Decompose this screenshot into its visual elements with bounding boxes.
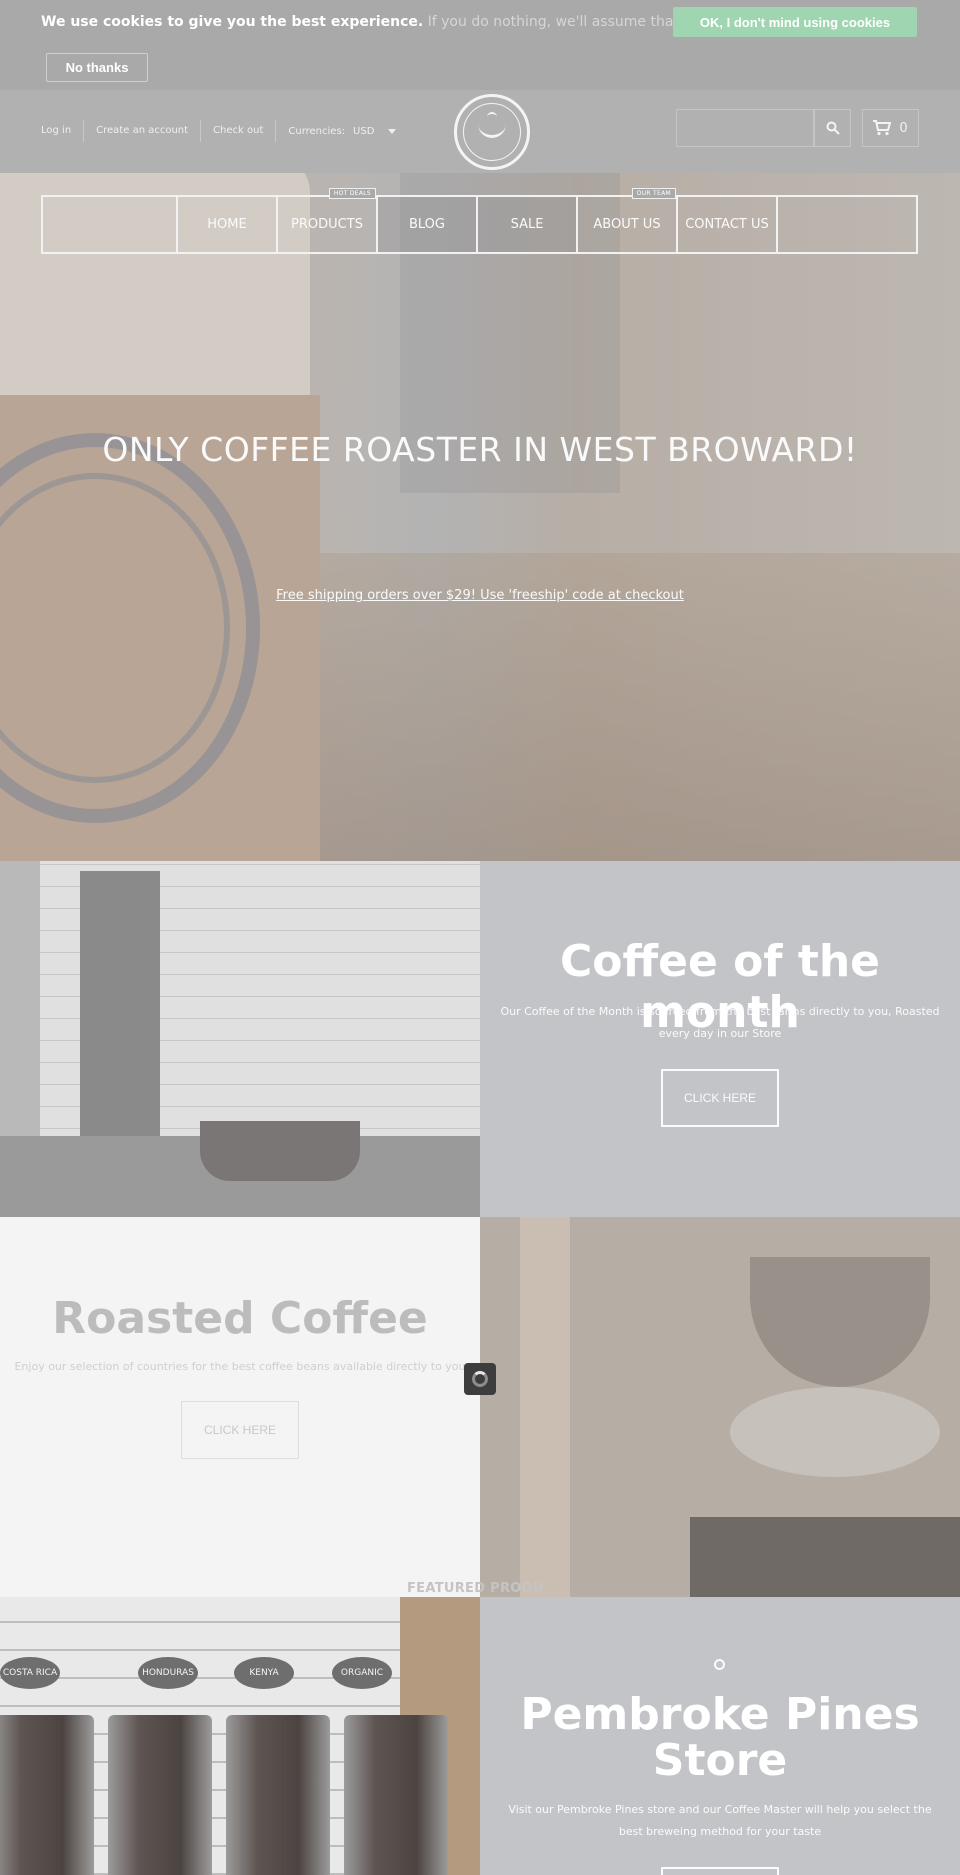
hero-title: ONLY COFFEE ROASTER IN WEST BROWARD! bbox=[102, 430, 858, 469]
siphon-upper-globe bbox=[750, 1257, 930, 1387]
pembroke-pines-text: Visit our Pembroke Pines store and our C… bbox=[508, 1803, 932, 1838]
loading-spinner-icon bbox=[464, 1363, 496, 1395]
nav-item-label: BLOG bbox=[408, 217, 445, 232]
checkout-link[interactable]: Check out bbox=[201, 120, 277, 142]
jar-label: COSTA RICA bbox=[0, 1657, 60, 1689]
main-nav: HOME HOT DEALS PRODUCTS BLOG SALE OUR TE… bbox=[41, 188, 918, 254]
decline-cookies-button[interactable]: No thanks bbox=[46, 53, 148, 82]
currency-value[interactable]: USD bbox=[353, 126, 374, 137]
accept-cookies-button[interactable]: OK, I don't mind using cookies bbox=[673, 7, 917, 37]
coffee-jars-image: COSTA RICA HONDURAS KENYA ORGANIC bbox=[0, 1597, 480, 1875]
siphon-lower-globe bbox=[730, 1387, 940, 1477]
pembroke-pines-title: Pembroke Pines Store bbox=[480, 1692, 960, 1784]
create-account-link[interactable]: Create an account bbox=[84, 120, 202, 142]
coffee-of-month-panel: Coffee of the month Our Coffee of the Mo… bbox=[480, 861, 960, 1217]
nav-item-home[interactable]: HOME bbox=[178, 197, 278, 252]
shopping-cart-icon bbox=[873, 120, 892, 136]
currency-selector[interactable]: Currencies: USD bbox=[276, 125, 397, 137]
nav-item-about-us[interactable]: OUR TEAM ABOUT US bbox=[578, 188, 678, 252]
roasted-coffee-panel: Roasted Coffee Enjoy our selection of co… bbox=[0, 1217, 480, 1597]
coffee-of-month-text: Our Coffee of the Month is sourced from … bbox=[500, 1005, 940, 1040]
roasted-coffee-button[interactable]: CLICK HERE bbox=[181, 1401, 299, 1459]
currency-label: Currencies: bbox=[288, 125, 346, 137]
search-icon bbox=[826, 121, 840, 135]
coffee-bar-image bbox=[0, 861, 480, 1217]
nav-item-label: CONTACT US bbox=[685, 217, 769, 232]
search-input[interactable] bbox=[676, 109, 814, 147]
wooden-post bbox=[520, 1217, 570, 1597]
nav-item-label: HOME bbox=[207, 217, 247, 232]
free-shipping-link[interactable]: Free shipping orders over $29! Use 'free… bbox=[0, 588, 960, 603]
roasted-coffee-text: Enjoy our selection of countries for the… bbox=[14, 1360, 466, 1373]
nav-spacer bbox=[43, 197, 178, 252]
login-link[interactable]: Log in bbox=[41, 120, 85, 142]
location-icon bbox=[714, 1659, 725, 1670]
featured-products-heading: FEATURED PRODU bbox=[407, 1581, 544, 1596]
pembroke-pines-title-line1: Pembroke Pines bbox=[520, 1689, 920, 1740]
pembroke-pines-title-line2: Store bbox=[652, 1735, 788, 1786]
nav-item-products[interactable]: HOT DEALS PRODUCTS bbox=[278, 188, 378, 252]
coffee-jar bbox=[0, 1715, 94, 1875]
nav-item-label: PRODUCTS bbox=[291, 217, 363, 232]
logo-steam bbox=[487, 112, 497, 122]
cookie-message: We use cookies to give you the best expe… bbox=[41, 14, 719, 30]
cookie-message-bold: We use cookies to give you the best expe… bbox=[41, 14, 424, 30]
siphon-base bbox=[690, 1517, 960, 1597]
siphon-brewer-image bbox=[480, 1217, 960, 1597]
coffee-jar bbox=[226, 1715, 330, 1875]
chevron-down-icon[interactable] bbox=[388, 128, 397, 134]
coffee-of-month-button[interactable]: CLICK HERE bbox=[661, 1069, 779, 1127]
pembroke-pines-button[interactable] bbox=[661, 1867, 779, 1875]
nav-item-blog[interactable]: BLOG bbox=[378, 197, 478, 252]
site-header: Log in Create an account Check out Curre… bbox=[0, 90, 960, 173]
nav-item-sale[interactable]: SALE bbox=[478, 197, 578, 252]
our-team-badge: OUR TEAM bbox=[631, 188, 676, 199]
cart-button[interactable]: 0 bbox=[862, 109, 919, 147]
bean-bowl bbox=[200, 1121, 360, 1181]
siphon-machine bbox=[80, 871, 160, 1141]
cart-count: 0 bbox=[899, 120, 908, 136]
search-button[interactable] bbox=[814, 109, 851, 147]
coffee-jar bbox=[108, 1715, 212, 1875]
nav-item-label: SALE bbox=[510, 217, 544, 232]
brewing-buddies-logo[interactable] bbox=[454, 94, 530, 170]
hero-banner bbox=[0, 173, 960, 861]
jar-label: ORGANIC bbox=[332, 1657, 392, 1689]
roasted-coffee-title: Roasted Coffee bbox=[52, 1293, 428, 1344]
spinner-ring bbox=[472, 1371, 488, 1387]
nav-item-contact-us[interactable]: CONTACT US bbox=[678, 197, 778, 252]
nav-item-label: ABOUT US bbox=[593, 217, 661, 232]
jar-label: KENYA bbox=[234, 1657, 294, 1689]
coffee-jar bbox=[344, 1715, 448, 1875]
cookie-banner: We use cookies to give you the best expe… bbox=[0, 0, 960, 90]
pembroke-pines-panel: Pembroke Pines Store Visit our Pembroke … bbox=[480, 1597, 960, 1875]
hot-deals-badge: HOT DEALS bbox=[328, 188, 376, 199]
jar-label: HONDURAS bbox=[138, 1657, 198, 1689]
account-links: Log in Create an account Check out Curre… bbox=[41, 120, 397, 142]
